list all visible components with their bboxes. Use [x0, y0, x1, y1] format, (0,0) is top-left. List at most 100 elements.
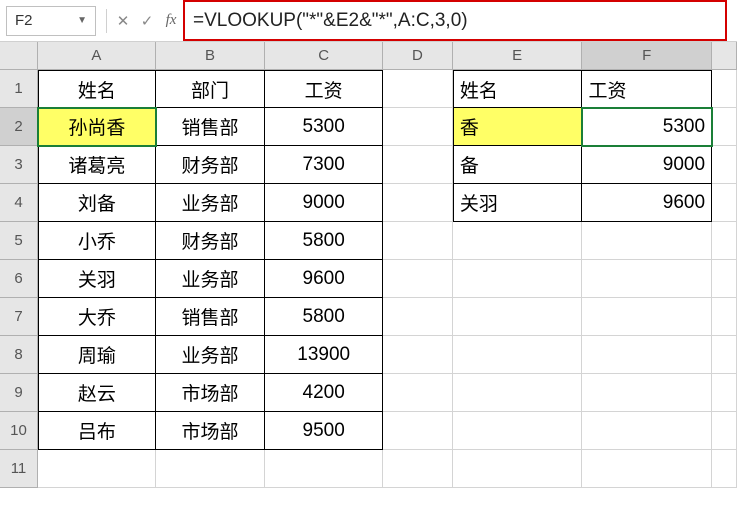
cell-D9[interactable]: [383, 374, 453, 412]
cell-B4[interactable]: 业务部: [156, 184, 266, 222]
cell-E4[interactable]: 关羽: [453, 184, 583, 222]
cell-A4[interactable]: 刘备: [38, 184, 156, 222]
cell-D1[interactable]: [383, 70, 453, 108]
cell-E1[interactable]: 姓名: [453, 70, 583, 108]
enter-icon[interactable]: ✓: [135, 6, 159, 36]
rowhead-11[interactable]: 11: [0, 450, 38, 488]
cell-G4[interactable]: [712, 184, 737, 222]
cell-G5[interactable]: [712, 222, 737, 260]
rowhead-8[interactable]: 8: [0, 336, 38, 374]
cell-A11[interactable]: [38, 450, 156, 488]
cell-C5[interactable]: 5800: [265, 222, 383, 260]
cell-E8[interactable]: [453, 336, 583, 374]
cell-F7[interactable]: [582, 298, 712, 336]
cell-A3[interactable]: 诸葛亮: [38, 146, 156, 184]
cell-A8[interactable]: 周瑜: [38, 336, 156, 374]
rowhead-6[interactable]: 6: [0, 260, 38, 298]
cell-G10[interactable]: [712, 412, 737, 450]
cell-E3[interactable]: 备: [453, 146, 583, 184]
cell-B1[interactable]: 部门: [156, 70, 266, 108]
cell-B5[interactable]: 财务部: [156, 222, 266, 260]
cell-G9[interactable]: [712, 374, 737, 412]
cell-G3[interactable]: [712, 146, 737, 184]
rowhead-9[interactable]: 9: [0, 374, 38, 412]
cell-G1[interactable]: [712, 70, 737, 108]
cell-E9[interactable]: [453, 374, 583, 412]
cell-D7[interactable]: [383, 298, 453, 336]
colhead-A[interactable]: A: [38, 42, 156, 70]
rowhead-5[interactable]: 5: [0, 222, 38, 260]
colhead-F[interactable]: F: [582, 42, 712, 70]
cell-C4[interactable]: 9000: [265, 184, 383, 222]
cell-B6[interactable]: 业务部: [156, 260, 266, 298]
rowhead-7[interactable]: 7: [0, 298, 38, 336]
cell-F1[interactable]: 工资: [582, 70, 712, 108]
cell-C7[interactable]: 5800: [265, 298, 383, 336]
cell-F9[interactable]: [582, 374, 712, 412]
cell-D8[interactable]: [383, 336, 453, 374]
chevron-down-icon[interactable]: ▼: [77, 15, 87, 26]
fx-icon[interactable]: fx: [159, 6, 183, 36]
rowhead-4[interactable]: 4: [0, 184, 38, 222]
rowhead-1[interactable]: 1: [0, 70, 38, 108]
cell-C11[interactable]: [265, 450, 383, 488]
cell-B7[interactable]: 销售部: [156, 298, 266, 336]
cell-C8[interactable]: 13900: [265, 336, 383, 374]
rowhead-2[interactable]: 2: [0, 108, 38, 146]
rowhead-10[interactable]: 10: [0, 412, 38, 450]
cell-A1[interactable]: 姓名: [38, 70, 156, 108]
cell-D10[interactable]: [383, 412, 453, 450]
cell-G7[interactable]: [712, 298, 737, 336]
cell-A6[interactable]: 关羽: [38, 260, 156, 298]
cell-B3[interactable]: 财务部: [156, 146, 266, 184]
cell-B11[interactable]: [156, 450, 266, 488]
cell-F2[interactable]: 5300: [582, 108, 712, 146]
cell-D4[interactable]: [383, 184, 453, 222]
name-box[interactable]: F2 ▼: [6, 6, 96, 36]
cell-C1[interactable]: 工资: [265, 70, 383, 108]
colhead-E[interactable]: E: [453, 42, 583, 70]
cell-E2[interactable]: 香: [453, 108, 583, 146]
cell-G8[interactable]: [712, 336, 737, 374]
cell-B10[interactable]: 市场部: [156, 412, 266, 450]
cell-E6[interactable]: [453, 260, 583, 298]
cell-F5[interactable]: [582, 222, 712, 260]
cell-C6[interactable]: 9600: [265, 260, 383, 298]
colhead-C[interactable]: C: [265, 42, 383, 70]
cell-G6[interactable]: [712, 260, 737, 298]
cell-F4[interactable]: 9600: [582, 184, 712, 222]
cell-E11[interactable]: [453, 450, 583, 488]
cell-F8[interactable]: [582, 336, 712, 374]
cell-C9[interactable]: 4200: [265, 374, 383, 412]
select-all-corner[interactable]: [0, 42, 38, 70]
cell-G11[interactable]: [712, 450, 737, 488]
cell-C2[interactable]: 5300: [265, 108, 383, 146]
cell-B8[interactable]: 业务部: [156, 336, 266, 374]
cell-E10[interactable]: [453, 412, 583, 450]
cell-D5[interactable]: [383, 222, 453, 260]
cell-C3[interactable]: 7300: [265, 146, 383, 184]
rowhead-3[interactable]: 3: [0, 146, 38, 184]
cell-D2[interactable]: [383, 108, 453, 146]
formula-input[interactable]: =VLOOKUP("*"&E2&"*",A:C,3,0): [193, 10, 468, 32]
cell-B2[interactable]: 销售部: [156, 108, 266, 146]
colhead-G[interactable]: [712, 42, 737, 70]
cell-B9[interactable]: 市场部: [156, 374, 266, 412]
cell-A5[interactable]: 小乔: [38, 222, 156, 260]
colhead-B[interactable]: B: [156, 42, 266, 70]
cell-A9[interactable]: 赵云: [38, 374, 156, 412]
cell-E7[interactable]: [453, 298, 583, 336]
cell-C10[interactable]: 9500: [265, 412, 383, 450]
cell-D3[interactable]: [383, 146, 453, 184]
cell-F10[interactable]: [582, 412, 712, 450]
cell-A7[interactable]: 大乔: [38, 298, 156, 336]
spreadsheet-grid[interactable]: A B C D E F 1 姓名 部门 工资 姓名 工资 2 孙尚香 销售部 5…: [0, 42, 737, 488]
cell-F3[interactable]: 9000: [582, 146, 712, 184]
cell-G2[interactable]: [712, 108, 737, 146]
cell-F11[interactable]: [582, 450, 712, 488]
cell-D11[interactable]: [383, 450, 453, 488]
cell-D6[interactable]: [383, 260, 453, 298]
cell-A2[interactable]: 孙尚香: [38, 108, 156, 146]
cell-F6[interactable]: [582, 260, 712, 298]
cell-A10[interactable]: 吕布: [38, 412, 156, 450]
